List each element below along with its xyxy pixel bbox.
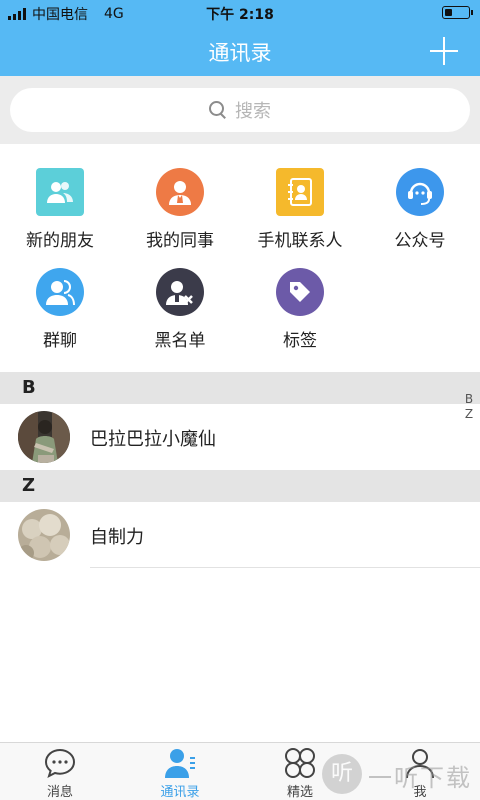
status-bar: 中国电信 4G 下午 2:18 [0, 0, 480, 26]
quick-actions-grid: 新的朋友 我的同事 手机联系人 公众号 群聊 黑名单 标签 [0, 144, 480, 372]
new-friends-icon [36, 168, 84, 216]
contact-name: 巴拉巴拉小魔仙 [90, 429, 216, 450]
quick-action-label: 我的同事 [146, 231, 214, 251]
avatar [18, 509, 70, 561]
page-title: 通讯录 [208, 41, 272, 65]
section-header-b: B [0, 372, 480, 404]
quick-action-label: 手机联系人 [257, 231, 343, 251]
chat-bubble-icon [44, 748, 76, 778]
search-icon [209, 101, 227, 119]
divider [90, 567, 480, 568]
tab-label: 通讯录 [160, 785, 200, 800]
quick-action-label: 公众号 [394, 231, 446, 251]
quick-action-blacklist[interactable]: 黑名单 [120, 268, 240, 368]
quick-action-label: 标签 [283, 331, 317, 351]
quick-action-label: 黑名单 [154, 331, 206, 351]
index-letter[interactable]: B [462, 392, 476, 407]
colleagues-icon [156, 168, 204, 216]
group-chat-icon [36, 268, 84, 316]
tab-contacts[interactable]: 通讯录 [120, 743, 240, 800]
quick-action-tag[interactable]: 标签 [240, 268, 360, 368]
quick-action-label: 群聊 [43, 331, 77, 351]
battery-icon [442, 6, 473, 19]
search-area: 搜索 [0, 76, 480, 144]
search-input[interactable]: 搜索 [10, 88, 470, 132]
tab-messages[interactable]: 消息 [0, 743, 120, 800]
index-letter[interactable]: Z [462, 407, 476, 422]
clock: 下午 2:18 [206, 7, 274, 23]
quick-action-colleagues[interactable]: 我的同事 [120, 168, 240, 268]
search-placeholder: 搜索 [235, 101, 271, 122]
watermark: 听 一听下载 [320, 752, 480, 798]
contact-name: 自制力 [90, 527, 144, 548]
avatar [18, 411, 70, 463]
plus-icon[interactable] [430, 37, 458, 65]
official-account-icon [396, 168, 444, 216]
quick-action-phone-contacts[interactable]: 手机联系人 [240, 168, 360, 268]
contact-row[interactable]: 自制力 [0, 502, 480, 568]
contact-row[interactable]: 巴拉巴拉小魔仙 [0, 404, 480, 470]
tab-label: 消息 [46, 785, 73, 800]
phone-contacts-icon [276, 168, 324, 216]
tag-icon [276, 268, 324, 316]
alphabet-index[interactable]: B Z [462, 392, 476, 422]
quick-action-official-account[interactable]: 公众号 [360, 168, 480, 268]
quick-action-new-friends[interactable]: 新的朋友 [0, 168, 120, 268]
watermark-text: 一听下载 [368, 764, 472, 792]
quick-action-group-chat[interactable]: 群聊 [0, 268, 120, 368]
contacts-icon [165, 749, 195, 778]
watermark-logo: 听 [322, 754, 362, 794]
blacklist-icon [156, 268, 204, 316]
featured-icon [285, 748, 315, 778]
quick-action-label: 新的朋友 [26, 231, 94, 251]
section-header-z: Z [0, 470, 480, 502]
nav-bar: 通讯录 [0, 26, 480, 76]
